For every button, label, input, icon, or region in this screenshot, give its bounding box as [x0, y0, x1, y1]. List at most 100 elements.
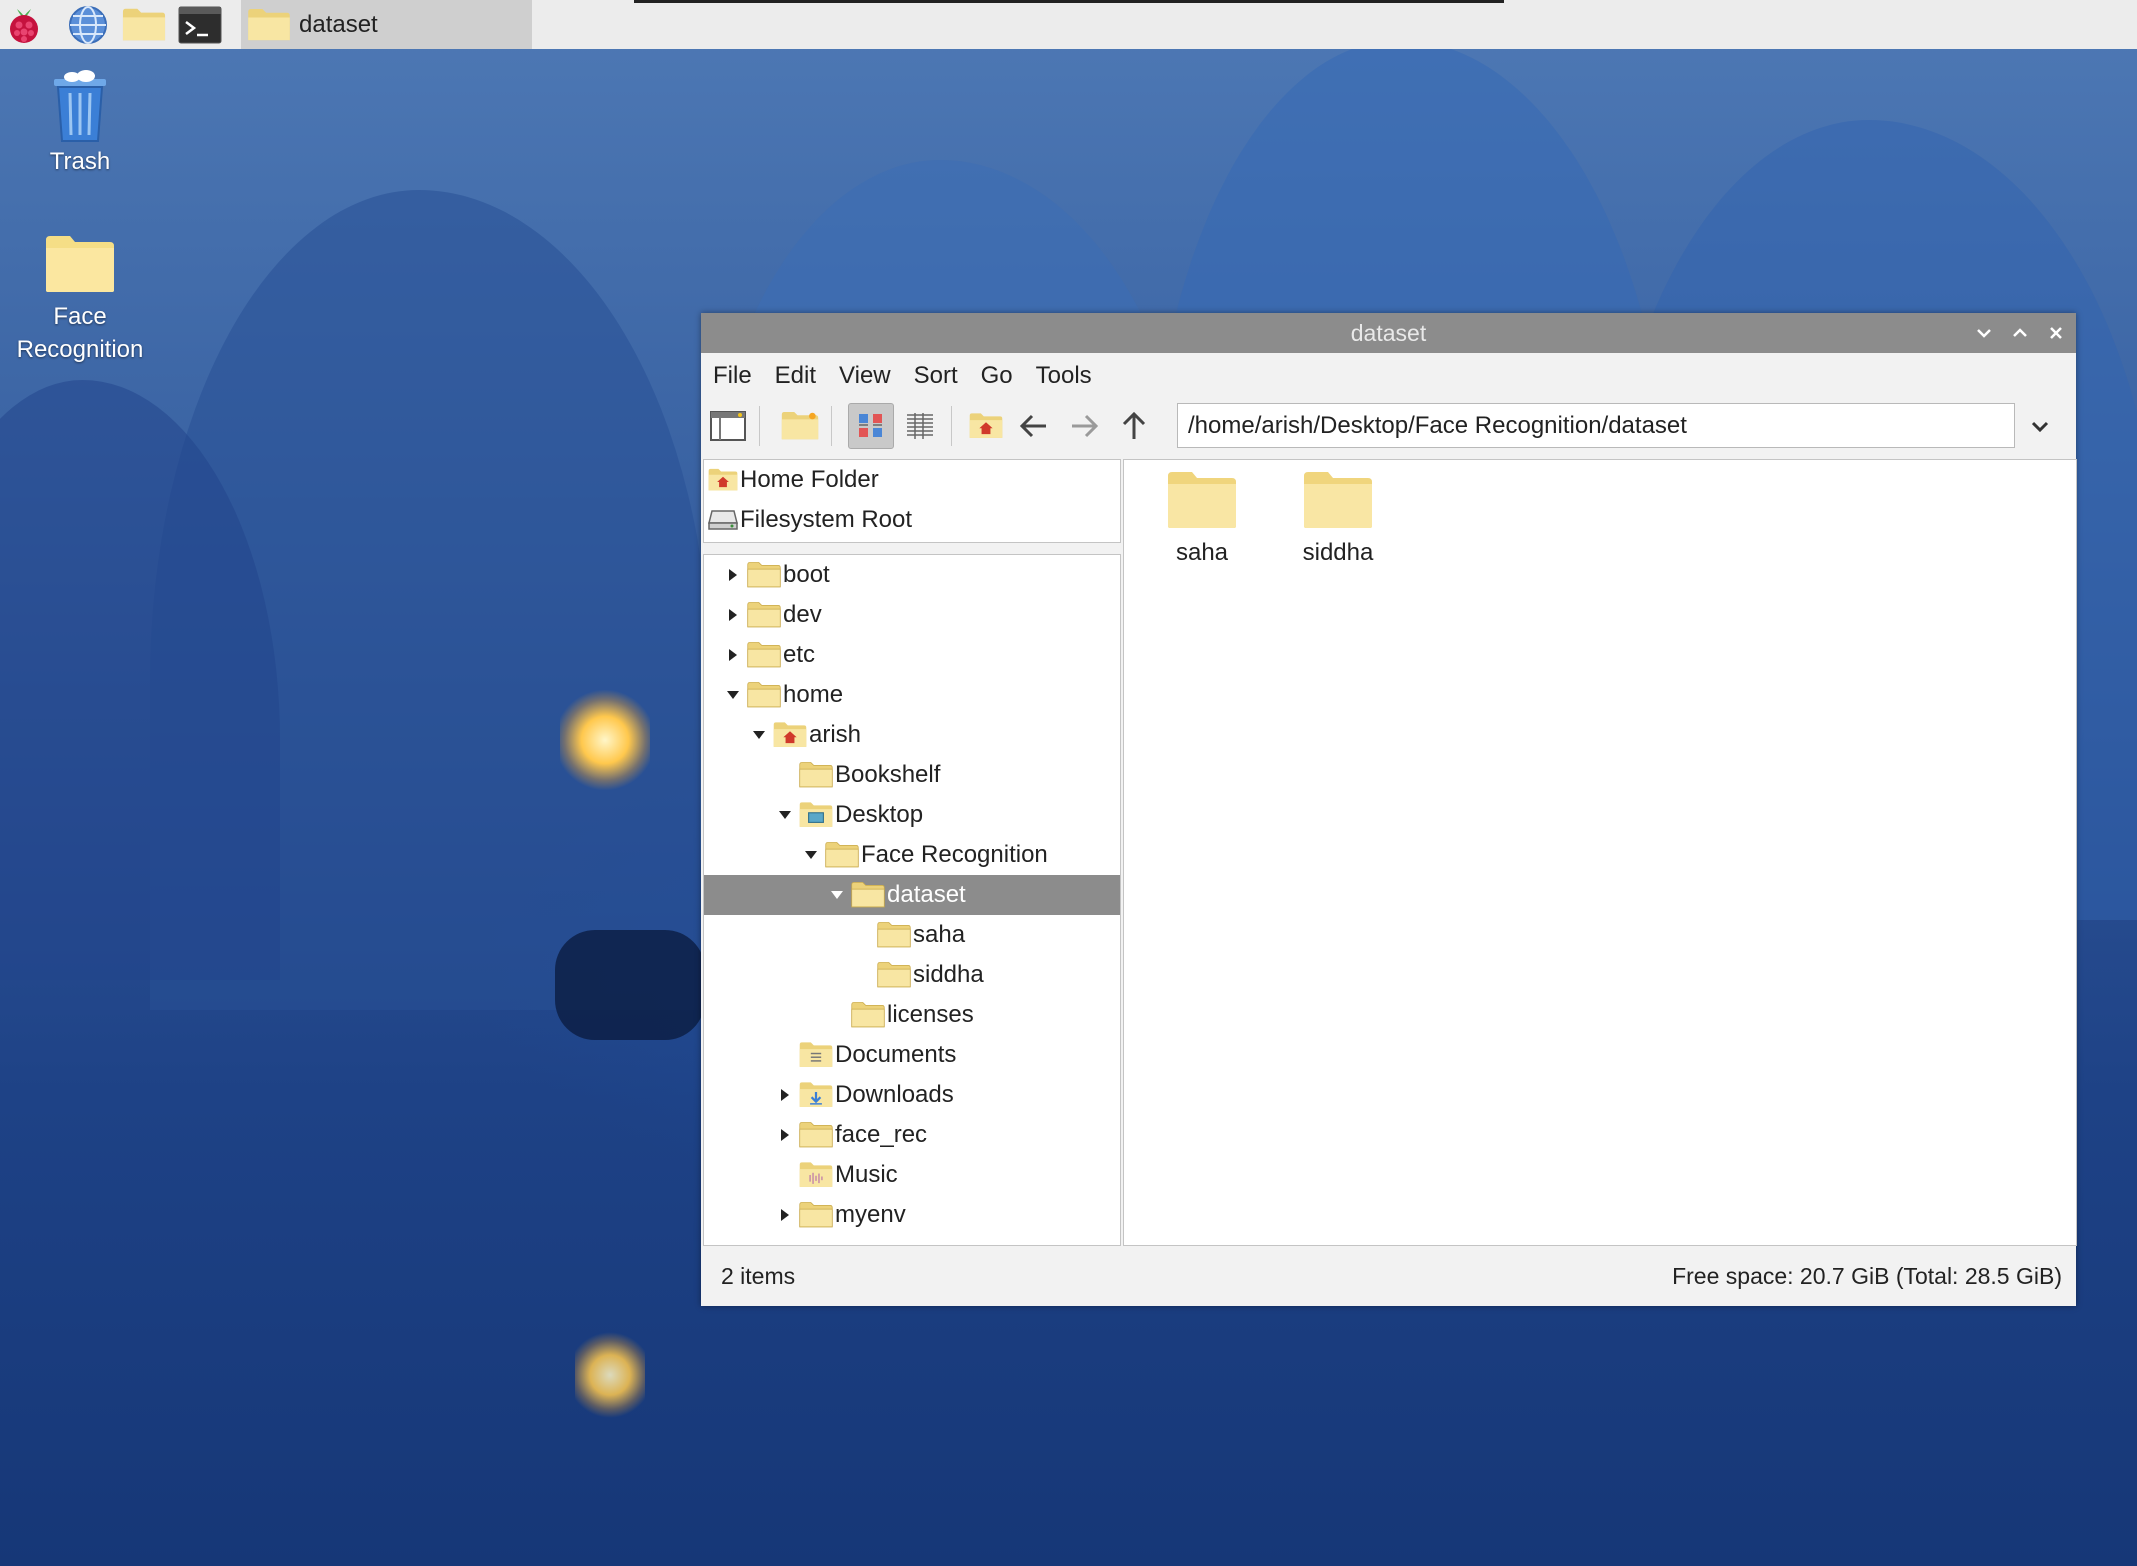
path-bar[interactable]: /home/arish/Desktop/Face Recognition/dat…: [1177, 403, 2015, 448]
arrow-left-icon: [1019, 414, 1046, 438]
minimize-button[interactable]: [1966, 313, 2002, 353]
back-button[interactable]: [1011, 403, 1057, 449]
tree-item-siddha[interactable]: siddha: [704, 955, 1120, 995]
place-filesystem-root[interactable]: Filesystem Root: [704, 500, 1120, 540]
tree-expander[interactable]: [828, 875, 846, 915]
window-drag-indicator: [634, 0, 1504, 3]
tree-item-myenv[interactable]: myenv: [704, 1195, 1120, 1235]
tree-expander[interactable]: [776, 1195, 794, 1235]
tree-expander[interactable]: [750, 715, 768, 755]
maximize-button[interactable]: [2002, 313, 2038, 353]
place-label: Home Folder: [740, 466, 879, 493]
desktop-icon-trash[interactable]: Trash: [10, 60, 150, 178]
tree-item-downloads[interactable]: Downloads: [704, 1075, 1120, 1115]
list-view-icon: [907, 413, 933, 439]
title-bar[interactable]: dataset: [701, 313, 2076, 353]
tree-item-arish[interactable]: arish: [704, 715, 1120, 755]
tree-expander[interactable]: [724, 635, 742, 675]
tree-item-label: Face Recognition: [861, 841, 1048, 868]
tree-item-etc[interactable]: etc: [704, 635, 1120, 675]
tree-expander[interactable]: [802, 835, 820, 875]
tree-item-dataset[interactable]: dataset: [704, 875, 1120, 915]
place-home-folder[interactable]: Home Folder: [704, 460, 1120, 500]
desktop-icon-face-recognition[interactable]: Face Recognition: [10, 222, 150, 366]
close-button[interactable]: [2038, 313, 2074, 353]
drive-icon: [708, 505, 738, 535]
tree-item-saha[interactable]: saha: [704, 915, 1120, 955]
tree-item-face-rec[interactable]: face_rec: [704, 1115, 1120, 1155]
tree-item-label: dataset: [887, 881, 966, 908]
tree-item-label: home: [783, 681, 844, 708]
music-folder-icon: [798, 1160, 834, 1190]
expand-arrow-icon: [729, 569, 737, 581]
expand-arrow-icon: [781, 1209, 789, 1221]
tree-expander[interactable]: [724, 555, 742, 595]
list-view-button[interactable]: [897, 403, 943, 449]
menu-file[interactable]: File: [713, 362, 752, 390]
tree-expander[interactable]: [776, 1075, 794, 1115]
tree-item-home[interactable]: home: [704, 675, 1120, 715]
tree-expander[interactable]: [776, 795, 794, 835]
tree-item-label: Downloads: [835, 1081, 954, 1108]
place-label: Filesystem Root: [740, 506, 913, 533]
menu-edit[interactable]: Edit: [775, 362, 816, 390]
tree-item-dev[interactable]: dev: [704, 595, 1120, 635]
folder-icon: [746, 600, 782, 630]
folder-icon: [798, 1200, 834, 1230]
tree-expander[interactable]: [776, 1115, 794, 1155]
file-manager-button[interactable]: [122, 3, 166, 46]
folder-icon: [850, 1000, 886, 1030]
path-history-button[interactable]: [2017, 403, 2063, 448]
collapse-arrow-icon: [779, 811, 791, 819]
new-folder-icon: [781, 411, 819, 440]
web-browser-button[interactable]: [66, 3, 110, 46]
desktop-icon-label: Face Recognition: [16, 303, 144, 363]
new-window-button[interactable]: [705, 403, 751, 449]
window-title: dataset: [1350, 320, 1427, 346]
file-item-saha[interactable]: saha: [1142, 470, 1262, 567]
tree-item-label: Desktop: [835, 801, 924, 828]
menu-go[interactable]: Go: [981, 362, 1013, 390]
documents-folder-icon: [798, 1040, 834, 1070]
item-count: 2 items: [721, 1262, 796, 1289]
menu-sort[interactable]: Sort: [914, 362, 958, 390]
tree-item-label: arish: [809, 721, 862, 748]
folder-icon: [876, 920, 912, 950]
menu-view[interactable]: View: [839, 362, 891, 390]
menu-bar: File Edit View Sort Go Tools: [701, 353, 2076, 398]
collapse-arrow-icon: [805, 851, 817, 859]
tree-item-licenses[interactable]: licenses: [704, 995, 1120, 1035]
file-item-siddha[interactable]: siddha: [1278, 470, 1398, 567]
forward-button[interactable]: [1061, 403, 1107, 449]
folder-icon: [746, 680, 782, 710]
tree-item-documents[interactable]: Documents: [704, 1035, 1120, 1075]
tree-expander[interactable]: [724, 595, 742, 635]
taskbar-window-button[interactable]: dataset: [241, 0, 532, 49]
home-button[interactable]: [963, 403, 1009, 449]
expand-arrow-icon: [729, 609, 737, 621]
status-bar: 2 items Free space: 20.7 GiB (Total: 28.…: [701, 1246, 2076, 1306]
tree-item-music[interactable]: Music: [704, 1155, 1120, 1195]
icon-view-button[interactable]: [848, 403, 894, 449]
tree-item-boot[interactable]: boot: [704, 555, 1120, 595]
tree-item-label: licenses: [887, 1001, 974, 1028]
tree-expander[interactable]: [724, 675, 742, 715]
new-folder-button[interactable]: [777, 403, 823, 449]
expand-arrow-icon: [781, 1089, 789, 1101]
collapse-arrow-icon: [753, 731, 765, 739]
icon-view-icon: [859, 414, 882, 437]
tree-item-face-recognition[interactable]: Face Recognition: [704, 835, 1120, 875]
tree-item-label: Documents: [835, 1041, 957, 1068]
raspberry-menu-button[interactable]: [2, 3, 46, 46]
arrow-right-icon: [1072, 414, 1099, 438]
tree-item-bookshelf[interactable]: Bookshelf: [704, 755, 1120, 795]
tree-item-desktop[interactable]: Desktop: [704, 795, 1120, 835]
menu-tools[interactable]: Tools: [1036, 362, 1092, 390]
terminal-button[interactable]: [178, 3, 222, 46]
tree-item-label: face_rec: [835, 1121, 928, 1148]
tree-item-label: siddha: [913, 961, 984, 988]
up-button[interactable]: [1111, 403, 1157, 449]
expand-arrow-icon: [781, 1129, 789, 1141]
